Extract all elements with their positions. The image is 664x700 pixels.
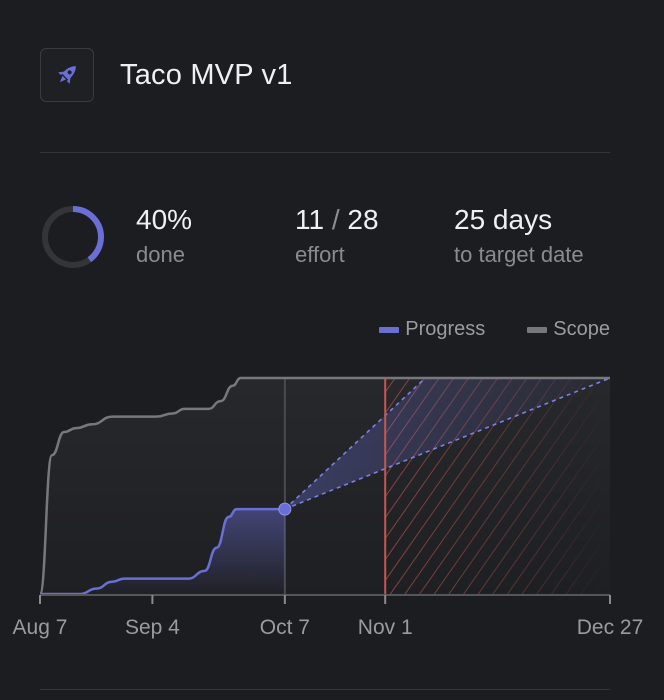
current-progress-dot [278, 502, 292, 516]
project-header: Taco MVP v1 [40, 48, 293, 102]
effort-value: 11 / 28 [295, 202, 379, 238]
stat-days: 25 days to target date [454, 202, 584, 268]
x-tick-label: Sep 4 [125, 616, 180, 639]
stat-effort: 11 / 28 effort [295, 202, 379, 268]
legend-label-scope: Scope [553, 318, 610, 340]
project-icon-button[interactable] [40, 48, 94, 102]
rocket-icon [58, 66, 76, 84]
chart-layer: Aug 7 Sep 4 Oct 7 Nov 1 Dec 27 [13, 376, 644, 639]
legend-swatch-progress [379, 326, 400, 333]
percent-done-value: 40% [136, 204, 193, 235]
x-tick-label: Nov 1 [358, 616, 413, 639]
progress-ring [42, 206, 104, 268]
x-tick-label: Aug 7 [13, 616, 68, 639]
project-title[interactable]: Taco MVP v1 [120, 59, 293, 92]
days-value: 25 days [454, 204, 553, 235]
legend-swatch-scope [527, 326, 548, 333]
legend-item-scope[interactable]: Scope [527, 318, 610, 341]
effort-done: 11 [295, 204, 325, 235]
legend-label-progress: Progress [405, 318, 486, 340]
effort-total: 28 [347, 204, 379, 235]
header-divider [40, 152, 610, 153]
project-panel: Taco MVP v1 40% done 11 / 28 effort 25 d… [0, 0, 664, 700]
x-tick-label: Dec 27 [577, 616, 644, 639]
stats-row: 40% done 11 / 28 effort 25 days to targe… [40, 200, 620, 280]
stat-done: 40% done [136, 202, 192, 268]
effort-separator: / [331, 204, 340, 235]
legend-item-progress[interactable]: Progress [379, 318, 485, 341]
footer-divider [40, 689, 610, 690]
days-caption: to target date [454, 242, 584, 267]
burnup-chart[interactable]: Aug 7 Sep 4 Oct 7 Nov 1 Dec 27 [0, 360, 664, 660]
x-tick-label: Oct 7 [260, 616, 310, 639]
effort-caption: effort [295, 242, 345, 267]
chart-legend: Progress Scope [337, 318, 610, 341]
percent-done-caption: done [136, 242, 185, 267]
